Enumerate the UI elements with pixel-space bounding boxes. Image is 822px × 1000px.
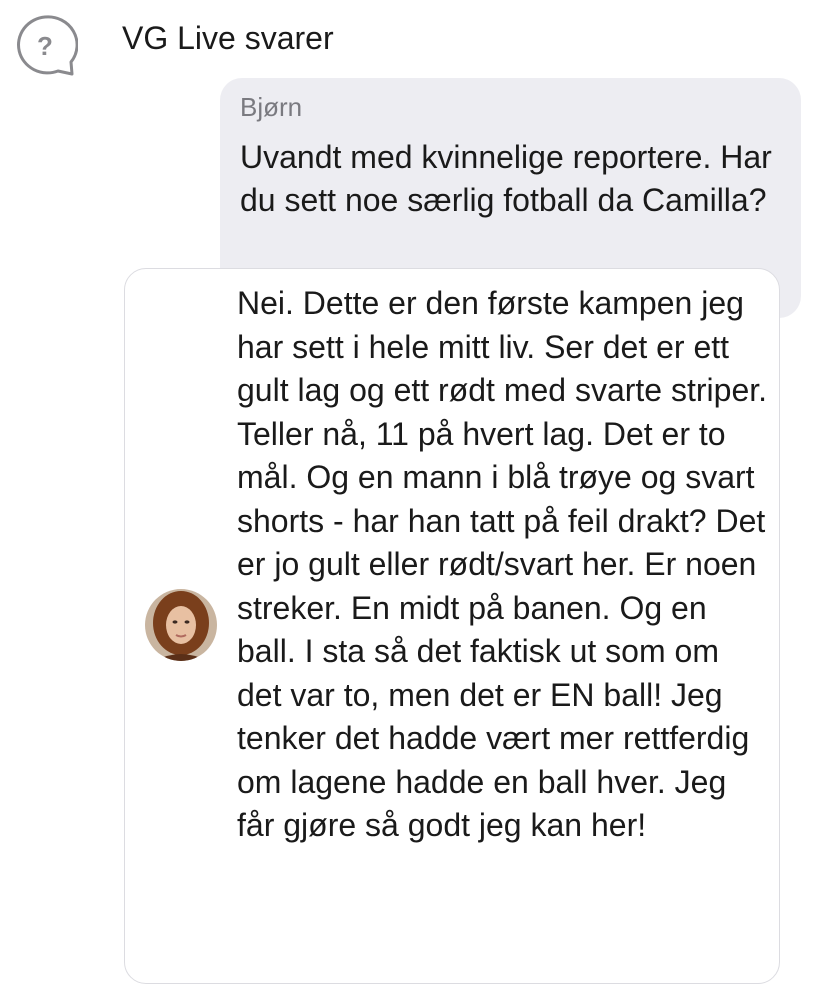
reporter-avatar [145, 589, 217, 661]
question-bubble-icon: ? [12, 14, 79, 78]
page-title: VG Live svarer [122, 20, 334, 56]
chat-header: ? VG Live svarer [0, 0, 822, 80]
question-text: Uvandt med kvinnelige reportere. Har du … [240, 139, 772, 218]
answer-text: Nei. Dette er den første kampen jeg har … [237, 285, 768, 843]
answer-card: Nei. Dette er den første kampen jeg har … [124, 268, 780, 984]
question-author: Bjørn [240, 92, 303, 122]
svg-text:?: ? [37, 31, 53, 61]
